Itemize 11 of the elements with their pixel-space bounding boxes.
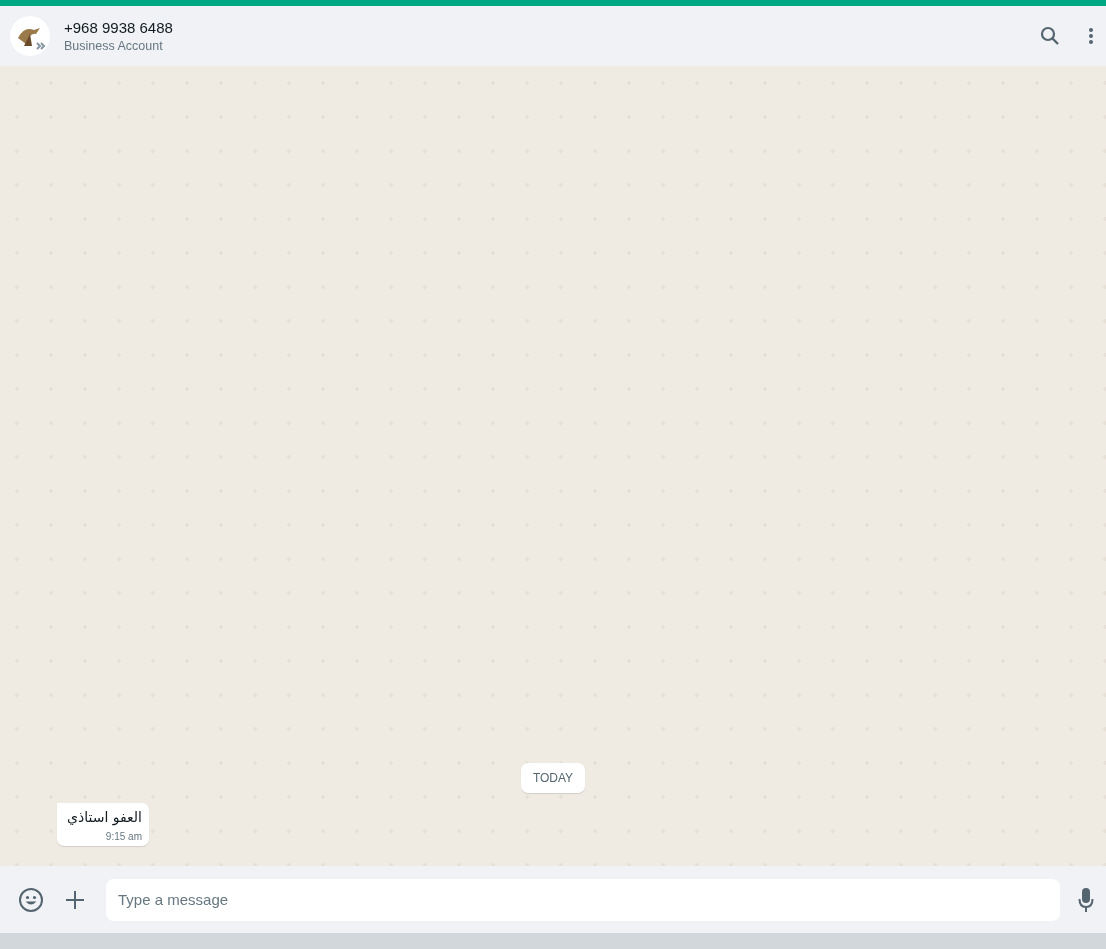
date-chip: TODAY (520, 763, 586, 793)
message-time: 9:15 am (104, 831, 142, 842)
message-text: العفو استاذي (66, 809, 142, 825)
account-type: Business Account (64, 39, 164, 53)
plus-icon[interactable] (64, 888, 86, 911)
avatar-icon[interactable] (10, 16, 50, 56)
message-input[interactable]: Type a message (106, 878, 1060, 921)
microphone-icon[interactable] (1078, 886, 1094, 913)
menu-icon[interactable] (1088, 26, 1094, 46)
emoji-icon[interactable] (18, 886, 44, 913)
contact-name: +968 9938 6488 (64, 19, 174, 36)
